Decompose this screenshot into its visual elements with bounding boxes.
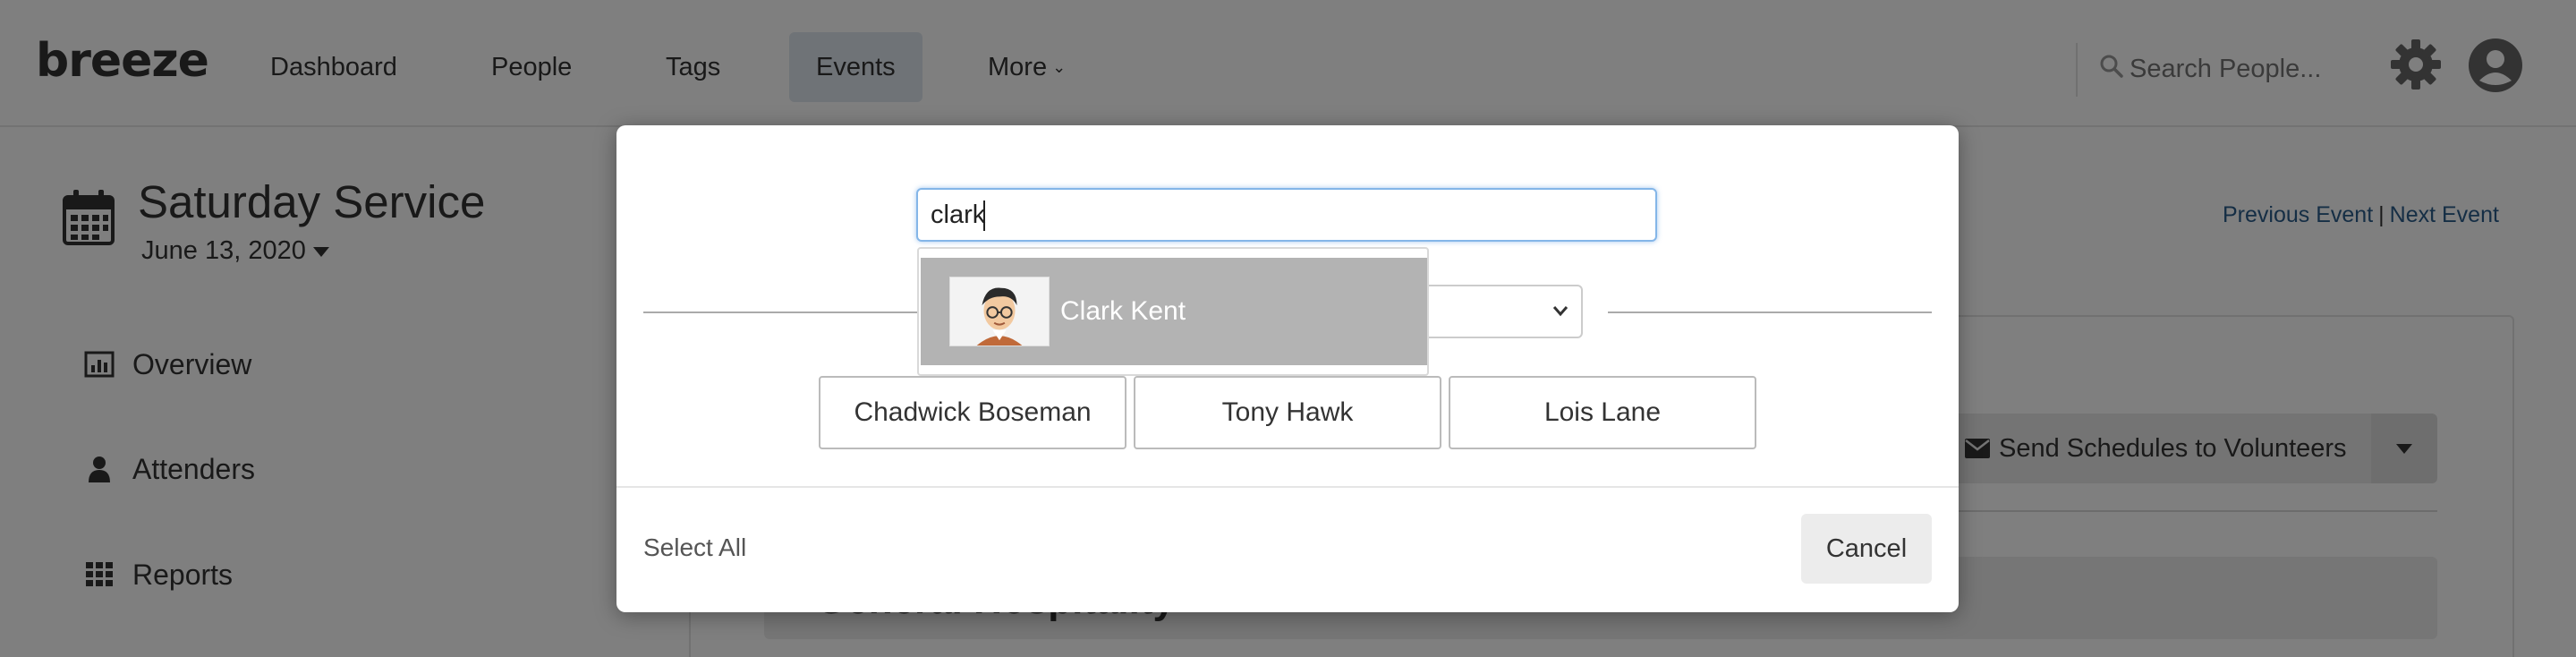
person-button[interactable]: Tony Hawk <box>1134 376 1441 449</box>
autocomplete-dropdown: Clark Kent <box>917 247 1429 376</box>
person-button[interactable]: Chadwick Boseman <box>819 376 1126 449</box>
text-cursor <box>983 201 985 231</box>
person-search-input[interactable] <box>916 188 1657 242</box>
person-button[interactable]: Lois Lane <box>1449 376 1756 449</box>
autocomplete-option[interactable]: Clark Kent <box>921 258 1427 365</box>
divider-line-left <box>643 311 921 313</box>
divider-line-right <box>1608 311 1932 313</box>
autocomplete-option-name: Clark Kent <box>1060 296 1186 326</box>
add-volunteer-modal: Clark Kent Chadwick Boseman Tony Hawk Lo… <box>616 125 1959 612</box>
cancel-button[interactable]: Cancel <box>1801 514 1932 584</box>
avatar <box>949 277 1050 346</box>
chevron-down-icon <box>1552 306 1569 317</box>
select-all-link[interactable]: Select All <box>643 533 746 562</box>
modal-footer-divider <box>616 486 1959 488</box>
